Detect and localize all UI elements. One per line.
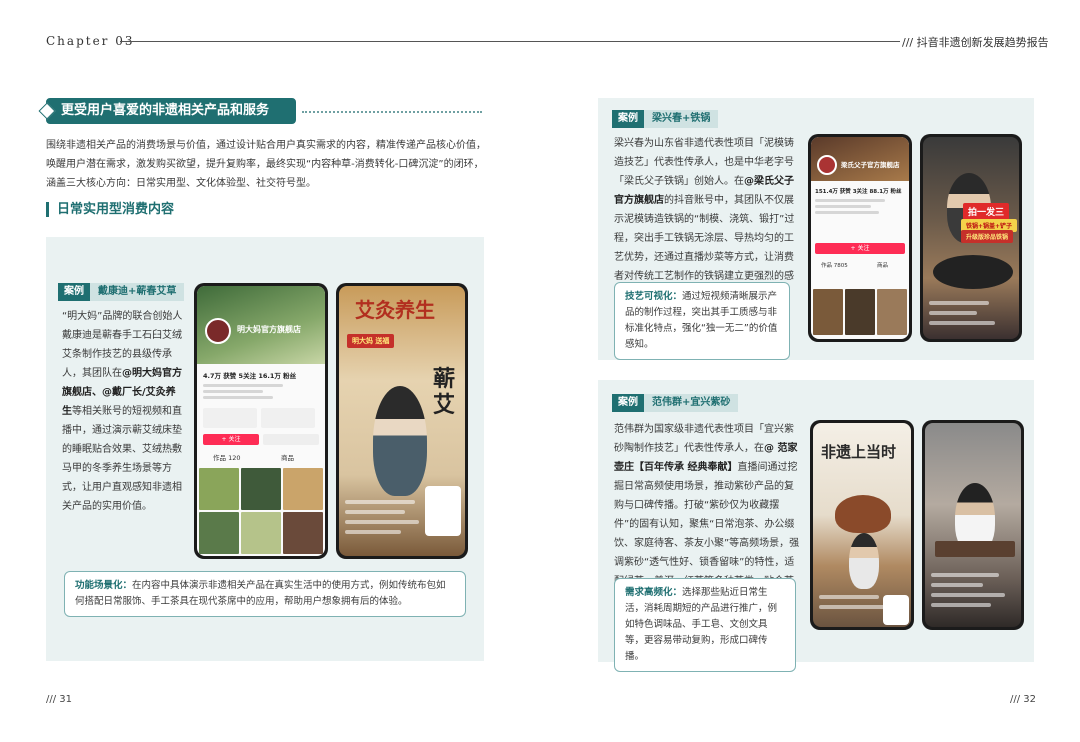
case2-phone-profile: 梁氏父子官方旗舰店 151.4万 获赞 3关注 88.1万 粉丝 + 关注 作品… <box>808 134 912 342</box>
live-headline: 艾灸养生 <box>355 298 435 322</box>
live-banner: 明大妈 送福 <box>347 334 395 348</box>
case1-text-b: 等相关账号的短视频和直播中，通过演示蕲艾绒床垫的睡眠贴合效果、艾绒热敷马甲的冬季… <box>62 406 182 512</box>
case2-phone-live: 拍一发三 铁锅+锅盖+铲子 升级版珍品铁锅 <box>920 134 1022 342</box>
comment-line <box>931 593 1005 597</box>
section-intro: 围绕非遗相关产品的消费场景与价值，通过设计贴合用户真实需求的内容，精准传递产品核… <box>46 140 486 189</box>
bio-line <box>815 199 885 202</box>
bio-line <box>203 384 283 387</box>
case3-note-key: 需求高频化： <box>625 587 683 598</box>
case2-tag: 案例 梁兴春+铁锅 <box>612 110 719 128</box>
report-title: /// 抖音非遗创新发展趋势报告 <box>902 36 1049 49</box>
profile-stats: 151.4万 获赞 3关注 88.1万 粉丝 <box>815 189 902 195</box>
profile-stats: 4.7万 获赞 5关注 16.1万 粉丝 <box>203 372 297 380</box>
comment-line <box>929 301 989 305</box>
case1-tag-key: 案例 <box>58 283 90 301</box>
bio-line <box>203 396 273 399</box>
teapot-image <box>835 495 891 533</box>
case3-tag-name: 范伟群+宜兴紫砂 <box>644 394 739 412</box>
comment-line <box>345 500 415 504</box>
host-figure <box>849 533 879 589</box>
comment-line <box>345 510 405 514</box>
case3-phone-live-1: 非遗上当时 <box>810 420 914 630</box>
case3-tag-key: 案例 <box>612 394 644 412</box>
comment-line <box>931 603 991 607</box>
profile-shop-name: 梁氏父子官方旗舰店 <box>841 161 900 169</box>
tab-products[interactable]: 商品 <box>281 452 294 462</box>
case1-note: 功能场景化：在内容中具体演示非遗相关产品在真实生活中的使用方式，例如传统布包如何… <box>64 571 466 617</box>
comment-line <box>931 573 999 577</box>
comment-line <box>931 583 983 587</box>
case2-note: 技艺可视化：通过短视频清晰展示产品的制作过程，突出其手工质感与非标准化特点，强化… <box>614 282 790 360</box>
group-entry-card[interactable] <box>261 408 315 428</box>
tab-products[interactable]: 商品 <box>877 261 888 269</box>
live-headline: 非遗上当时 <box>821 443 897 461</box>
comment-line <box>929 321 995 325</box>
calligraphy-text: 蕲艾 <box>433 366 456 418</box>
case3-phone-live-2 <box>922 420 1024 630</box>
tea-table <box>935 541 1015 557</box>
case1-phone-profile: 明大妈官方旗舰店 4.7万 获赞 5关注 16.1万 粉丝 + 关注 作品 12… <box>194 283 328 559</box>
case2-note-key: 技艺可视化： <box>625 291 683 302</box>
case1-tag-name: 戴康迪+蕲春艾草 <box>90 283 185 301</box>
case2-tag-key: 案例 <box>612 110 644 128</box>
product-card[interactable] <box>883 595 909 625</box>
tab-works[interactable]: 作品 7805 <box>821 261 848 269</box>
case1-note-key: 功能场景化： <box>75 580 133 591</box>
wok-image <box>933 255 1013 289</box>
live-banner-1: 拍一发三 <box>963 203 1010 220</box>
follow-button[interactable]: + 关注 <box>815 243 905 254</box>
section-title-dots <box>302 111 482 113</box>
case-panel-left: 案例 戴康迪+蕲春艾草 “明大妈”品牌的联合创始人戴康迪是蕲春手工石臼艾绒艾条制… <box>46 237 484 661</box>
shop-avatar <box>817 155 837 175</box>
case-panel-r2: 案例 范伟群+宜兴紫砂 范伟群为国家级非遗代表性项目「宜兴紫砂陶制作技艺」代表性… <box>598 380 1034 672</box>
comment-line <box>819 595 879 599</box>
subsection-title: 日常实用型消费内容 <box>46 202 174 217</box>
page-number-left: /// 31 <box>46 694 73 705</box>
case2-body: 梁兴春为山东省非遗代表性项目「泥模铸造技艺」代表性传承人，也是中华老字号「梁氏父… <box>614 134 796 305</box>
bio-line <box>815 211 879 214</box>
video-grid <box>199 468 323 554</box>
message-button[interactable] <box>263 434 319 445</box>
comment-line <box>345 520 419 524</box>
page-number-right: /// 32 <box>1010 694 1037 705</box>
live-banner-3: 升级版珍品铁锅 <box>961 230 1014 243</box>
section-title: 更受用户喜爱的非遗相关产品和服务 <box>46 98 296 124</box>
case-panel-r1: 案例 梁兴春+铁锅 梁兴春为山东省非遗代表性项目「泥模铸造技艺」代表性传承人，也… <box>598 98 1034 360</box>
shop-entry-card[interactable] <box>203 408 257 428</box>
case3-tag: 案例 范伟群+宜兴紫砂 <box>612 394 739 412</box>
tab-works[interactable]: 作品 120 <box>213 452 240 462</box>
case2-tag-name: 梁兴春+铁锅 <box>644 110 719 128</box>
case1-phone-live: 艾灸养生 明大妈 送福 蕲艾 <box>336 283 468 559</box>
follow-button[interactable]: + 关注 <box>203 434 259 445</box>
case3-note-text: 选择那些贴近日常生活，消耗周期短的产品进行推广，例如特色调味品、手工皂、文创文具… <box>625 587 778 662</box>
product-card[interactable] <box>425 486 461 536</box>
bio-line <box>815 205 871 208</box>
bio-line <box>203 390 263 393</box>
case1-body: “明大妈”品牌的联合创始人戴康迪是蕲春手工石臼艾绒艾条制作技艺的县级传承人，其团… <box>62 307 184 516</box>
header-rule <box>120 41 900 42</box>
host-figure <box>373 386 427 496</box>
shop-avatar <box>205 318 231 344</box>
comment-line <box>819 605 889 609</box>
video-grid <box>813 289 907 335</box>
profile-shop-name: 明大妈官方旗舰店 <box>237 325 301 334</box>
comment-line <box>929 311 977 315</box>
case3-note: 需求高频化：选择那些贴近日常生活，消耗周期短的产品进行推广，例如特色调味品、手工… <box>614 578 796 672</box>
comment-line <box>345 530 401 534</box>
case1-tag: 案例 戴康迪+蕲春艾草 <box>58 283 185 301</box>
